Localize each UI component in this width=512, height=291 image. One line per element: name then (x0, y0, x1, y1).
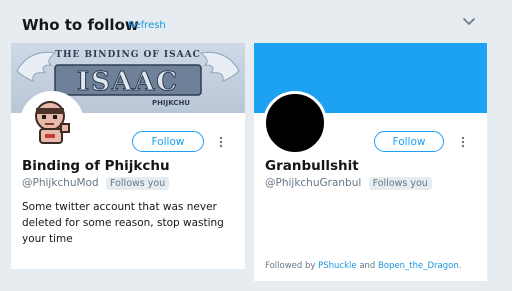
follows-you-badge: Follows you (105, 177, 170, 190)
avatar[interactable] (20, 91, 84, 155)
followed-by-and: and (359, 261, 376, 271)
follow-button[interactable]: Follow (374, 131, 444, 152)
username[interactable]: @PhijkchuGranbul (265, 177, 361, 189)
more-vertical-icon[interactable] (218, 136, 224, 148)
suggestion-card[interactable]: Follow Granbullshit @PhijkchuGranbul Fol… (254, 43, 487, 281)
followed-by-user-link[interactable]: PShuckle (318, 261, 356, 271)
username[interactable]: @PhijkchuMod (22, 177, 99, 189)
banner-logo-text: ISAAC (77, 67, 179, 97)
display-name[interactable]: Binding of Phijkchu (22, 158, 170, 174)
refresh-link[interactable]: Refresh (128, 20, 166, 31)
follows-you-badge: Follows you (368, 177, 432, 190)
avatar[interactable] (263, 91, 327, 155)
follow-button[interactable]: Follow (132, 131, 204, 152)
suggestion-card[interactable]: THE BINDING OF ISAAC ISAAC PHIJKCHU Foll… (11, 43, 245, 269)
followed-by-prefix: Followed by (265, 261, 316, 271)
followed-by-user-link[interactable]: Bopen_the_Dragon (378, 261, 459, 271)
title-separator: · (119, 16, 123, 30)
pixel-character-icon (23, 94, 81, 152)
handle-row: @PhijkchuGranbul Follows you (265, 177, 432, 190)
profile-bio: Some twitter account that was never dele… (22, 201, 224, 245)
banner-subtext: PHIJKCHU (152, 99, 190, 107)
handle-row: @PhijkchuMod Follows you (22, 177, 170, 190)
more-vertical-icon[interactable] (460, 136, 466, 148)
followed-by-context: Followed by PShuckle and Bopen_the_Drago… (265, 261, 461, 271)
who-to-follow-header: Who to follow · Refresh (0, 0, 512, 44)
display-name[interactable]: Granbullshit (265, 158, 359, 174)
followed-by-suffix: . (458, 261, 462, 271)
banner-top-text: THE BINDING OF ISAAC (55, 50, 201, 60)
chevron-down-icon[interactable] (461, 14, 477, 30)
